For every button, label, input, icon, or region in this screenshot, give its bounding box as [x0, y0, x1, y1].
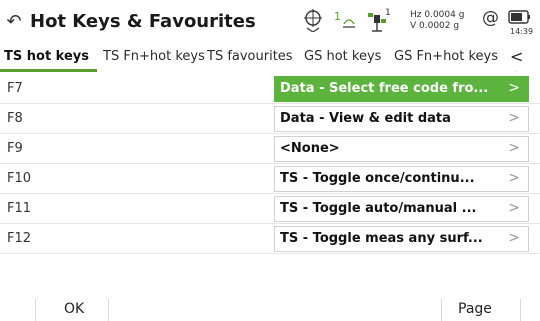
function-value: TS - Toggle auto/manual ... [280, 201, 477, 216]
list-item: F8 Data - View & edit data > [0, 104, 540, 134]
hot-key-label: F12 [7, 231, 32, 246]
tab-ts-favourites[interactable]: TS favourites [207, 49, 293, 64]
signal-count: 1 [334, 10, 341, 23]
chevron-right-icon: > [508, 200, 520, 216]
tab-next-icon[interactable]: > [514, 66, 527, 72]
tab-ts-hot-keys[interactable]: TS hot keys [4, 49, 89, 64]
back-arrow-icon[interactable]: ↶ [4, 10, 24, 34]
function-value: TS - Toggle meas any surf... [280, 231, 483, 246]
function-selector[interactable]: TS - Toggle once/continu... > [274, 166, 529, 192]
hz-angle-readout: Hz 0.0004 g [410, 10, 465, 20]
softkey-divider [520, 299, 521, 321]
at-prism-icon[interactable]: @ [482, 8, 499, 28]
function-selector[interactable]: TS - Toggle auto/manual ... > [274, 196, 529, 222]
page-button[interactable]: Page [442, 295, 520, 321]
chevron-right-icon: > [508, 170, 520, 186]
page-button-label: Page [458, 301, 492, 317]
list-item: F12 TS - Toggle meas any surf... > [0, 224, 540, 254]
function-selector[interactable]: Data - View & edit data > [274, 106, 529, 132]
v-angle-readout: V 0.0002 g [410, 21, 460, 31]
tab-ts-fn-hot-keys[interactable]: TS Fn+hot keys [103, 49, 205, 64]
tab-nav: < > [506, 47, 540, 72]
function-value: Data - View & edit data [280, 111, 451, 126]
satellite-count: 1 [385, 8, 391, 18]
chevron-right-icon: > [508, 140, 520, 156]
tab-strip: TS hot keys TS Fn+hot keys TS favourites… [0, 44, 540, 72]
status-bar: 1 1 Hz 0.0004 g V 0.0002 g @ 14:39 [290, 4, 540, 40]
hot-key-label: F9 [7, 141, 23, 156]
ok-button-label: OK [64, 301, 85, 317]
hot-key-label: F7 [7, 81, 23, 96]
chevron-right-icon: > [508, 80, 520, 96]
list-item: F9 <None> > [0, 134, 540, 164]
clock-time: 14:39 [510, 27, 534, 36]
ok-button[interactable]: OK [36, 295, 108, 321]
tab-gs-fn-hot-keys[interactable]: GS Fn+hot keys [394, 49, 498, 64]
list-item: F11 TS - Toggle auto/manual ... > [0, 194, 540, 224]
tab-prev-icon[interactable]: < [510, 47, 523, 66]
list-item: F7 Data - Select free code fro... > [0, 74, 540, 104]
target-crosshair-icon[interactable] [302, 8, 324, 32]
page-title: Hot Keys & Favourites [30, 11, 256, 32]
title-bar: ↶ Hot Keys & Favourites 1 1 Hz 0.0004 g … [0, 0, 540, 44]
battery-icon[interactable] [508, 10, 532, 24]
list-item: F10 TS - Toggle once/continu... > [0, 164, 540, 194]
active-tab-indicator [0, 69, 97, 72]
hot-key-label: F10 [7, 171, 32, 186]
hot-key-label: F11 [7, 201, 32, 216]
hot-key-label: F8 [7, 111, 23, 126]
tab-gs-hot-keys[interactable]: GS hot keys [304, 49, 381, 64]
softkey-divider [108, 299, 109, 321]
function-value: Data - Select free code fro... [280, 81, 489, 96]
function-selector[interactable]: TS - Toggle meas any surf... > [274, 226, 529, 252]
function-selector[interactable]: Data - Select free code fro... > [274, 76, 529, 102]
chevron-right-icon: > [508, 230, 520, 246]
function-value: TS - Toggle once/continu... [280, 171, 475, 186]
signal-icon[interactable] [342, 10, 356, 30]
hot-keys-screen: ↶ Hot Keys & Favourites 1 1 Hz 0.0004 g … [0, 0, 540, 321]
function-selector[interactable]: <None> > [274, 136, 529, 162]
function-value: <None> [280, 141, 340, 156]
chevron-right-icon: > [508, 110, 520, 126]
softkey-bar: OK Page [0, 295, 540, 321]
